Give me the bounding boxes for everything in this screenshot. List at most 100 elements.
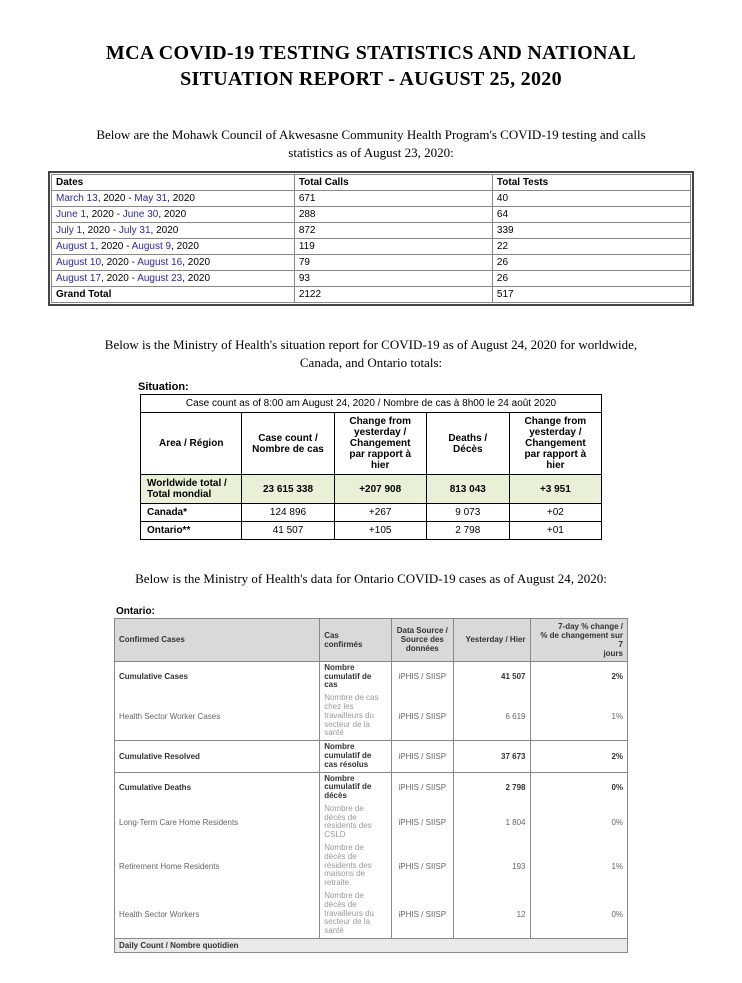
t3-r3-src: iPHIS / SIISP: [392, 741, 454, 772]
t3-r7-cas-2: décès de: [324, 900, 356, 909]
t3-footer: Daily Count / Nombre quotidien: [115, 939, 628, 953]
t2-world-count: 23 615 338: [242, 475, 334, 504]
t2-row-canada: Canada* 124 896 +267 9 073 +02: [141, 504, 602, 522]
intro2-l1: Below is the Ministry of Health's situat…: [105, 337, 637, 352]
t3-r5-cas-3: résidents des: [324, 821, 372, 830]
t3-r3-yest: 37 673: [453, 741, 530, 772]
t1-date-link[interactable]: July 31: [119, 225, 151, 236]
t2-h-dchg-1: Change from: [525, 416, 587, 427]
t3-r3-cas-3: cas résolus: [324, 760, 368, 769]
t3-h-src-1: Data Source /: [397, 626, 448, 635]
intro1-l1: Below are the Mohawk Council of Akwesasn…: [96, 127, 645, 142]
t3-r3-cas-2: cumulatif de: [324, 751, 371, 760]
t2-h-dchg-5: hier: [546, 460, 564, 471]
t3-r1-label: Cumulative Cases: [115, 661, 320, 692]
table-row: June 1, 2020 - June 30, 2020 288 64: [52, 207, 691, 223]
t3-h-7d-3: jours: [603, 649, 623, 658]
table-2: Case count as of 8:00 am August 24, 2020…: [140, 394, 602, 540]
t3-r4-cas-2: cumulatif de: [324, 782, 371, 791]
t3-r2-cas-5: santé: [324, 728, 344, 737]
t1-date-link[interactable]: August 10: [56, 257, 101, 268]
t3-r5-cas-2: décès de: [324, 813, 356, 822]
t1-date-link[interactable]: May 31: [134, 193, 167, 204]
t2-h-count-1: Case count /: [258, 433, 317, 444]
t2-ont-chg: +105: [334, 522, 426, 540]
t2-h-count-2: Nombre de cas: [252, 444, 324, 455]
table-1-header: Dates Total Calls Total Tests: [52, 175, 691, 191]
t3-r1-7d: 2%: [530, 661, 628, 692]
t1-calls: 872: [294, 223, 492, 239]
t2-h-chg-1: Change from: [349, 416, 411, 427]
t1-date-link[interactable]: March 13: [56, 193, 98, 204]
t3-r5-label: Long-Term Care Home Residents: [115, 803, 320, 842]
t2-h-chg-2: yesterday /: [354, 427, 406, 438]
t1-date-link[interactable]: August 17: [56, 273, 101, 284]
t3-r6-cas-5: retraite: [324, 878, 349, 887]
t3-r4-label: Cumulative Deaths: [115, 772, 320, 803]
table-1-container: Dates Total Calls Total Tests March 13, …: [48, 171, 694, 306]
t1-h-calls: Total Calls: [294, 175, 492, 191]
t2-ont-count: 41 507: [242, 522, 334, 540]
t3-r1-src: iPHIS / SIISP: [392, 661, 454, 692]
t1-date-text: , 2020: [158, 209, 186, 220]
t1-date-link[interactable]: June 30: [123, 209, 159, 220]
t2-h-chg-4: par rapport à: [349, 449, 411, 460]
t3-r1-cas-2: cumulatif de: [324, 672, 371, 681]
t1-date-text: , 2020: [151, 225, 179, 236]
t3-h-src-2: Source des: [401, 635, 444, 644]
t3-h-7d-2: % de changement sur 7: [540, 631, 623, 649]
t3-r5-cas-1: Nombre de: [324, 804, 364, 813]
t3-r1-cas-1: Nombre: [324, 663, 354, 672]
t1-date-link[interactable]: July 1: [56, 225, 82, 236]
t1-date-link[interactable]: August 1: [56, 241, 95, 252]
ontario-label: Ontario:: [116, 606, 694, 617]
t3-r4-cas-3: décès: [324, 791, 347, 800]
t2-canada-deaths: 9 073: [426, 504, 509, 522]
t2-h-dchg-3: Changement: [525, 438, 586, 449]
table-row-grand-total: Grand Total 2122 517: [52, 287, 691, 303]
t1-date-link[interactable]: August 9: [132, 241, 171, 252]
t3-h-cas-2: confirmés: [324, 640, 362, 649]
t3-r1-yest: 41 507: [453, 661, 530, 692]
t2-world-chg: +207 908: [334, 475, 426, 504]
t3-r5-yest: 1 804: [453, 803, 530, 842]
t1-date-link[interactable]: August 16: [137, 257, 182, 268]
t3-r2-cas-4: secteur de la: [324, 720, 370, 729]
table-row: Health Sector Worker Cases Nombre de cas…: [115, 692, 628, 740]
t3-r4-7d: 0%: [530, 772, 628, 803]
t1-tests: 26: [492, 255, 690, 271]
t3-h-confirmed: Confirmed Cases: [115, 618, 320, 661]
t3-r2-label: Health Sector Worker Cases: [115, 692, 320, 740]
t3-r6-yest: 193: [453, 842, 530, 890]
t1-calls: 79: [294, 255, 492, 271]
t3-r1-cas-3: cas: [324, 680, 337, 689]
t2-header: Area / Région Case count /Nombre de cas …: [141, 413, 602, 475]
t3-footer-row: Daily Count / Nombre quotidien: [115, 939, 628, 953]
t1-date-link[interactable]: June 1: [56, 209, 86, 220]
t1-date-link[interactable]: August 23: [137, 273, 182, 284]
t3-r6-cas-1: Nombre de: [324, 843, 364, 852]
t1-gt-calls: 2122: [294, 287, 492, 303]
t2-h-area: Area / Région: [159, 438, 223, 449]
t2-h-deaths-2: Décès: [453, 444, 482, 455]
t3-r6-cas-2: décès de: [324, 852, 356, 861]
t3-r4-cas-1: Nombre: [324, 774, 354, 783]
t3-r5-cas-4: CSLD: [324, 830, 345, 839]
t2-row-world: Worldwide total /Total mondial 23 615 33…: [141, 475, 602, 504]
t3-r6-src: iPHIS / SIISP: [392, 842, 454, 890]
t3-r7-src: iPHIS / SIISP: [392, 890, 454, 938]
t2-caption: Case count as of 8:00 am August 24, 2020…: [141, 395, 602, 413]
table-3: Confirmed Cases Casconfirmés Data Source…: [114, 618, 628, 953]
t3-r2-cas-3: travailleurs du: [324, 711, 374, 720]
t3-r7-cas-1: Nombre de: [324, 891, 364, 900]
t1-calls: 119: [294, 239, 492, 255]
t2-canada-count: 124 896: [242, 504, 334, 522]
t1-date-text: , 2020 -: [101, 257, 137, 268]
t1-date-text: , 2020 -: [98, 193, 135, 204]
t3-h-7d-1: 7-day % change /: [558, 622, 623, 631]
table-row: Cumulative Cases Nombrecumulatif decas i…: [115, 661, 628, 692]
t3-r3-7d: 2%: [530, 741, 628, 772]
t3-r3-cas-1: Nombre: [324, 742, 354, 751]
title-line-1: MCA COVID-19 TESTING STATISTICS AND NATI…: [106, 42, 636, 64]
t3-h-src-3: données: [406, 644, 439, 653]
